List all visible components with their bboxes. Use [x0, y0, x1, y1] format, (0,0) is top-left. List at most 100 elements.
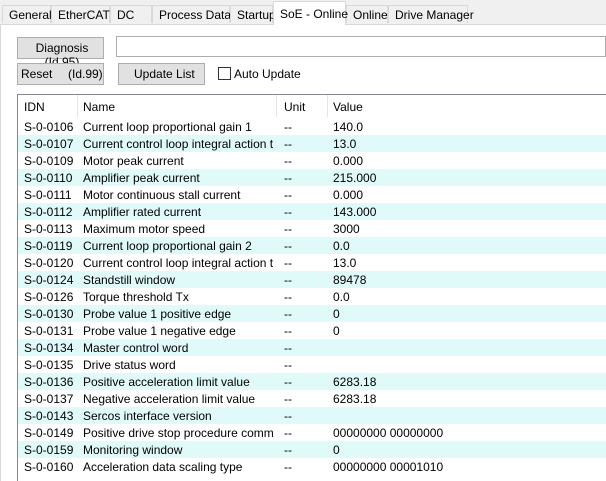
cell-name: Amplifier rated current [83, 205, 202, 219]
cell-value: 215.000 [333, 171, 377, 185]
reset-button-id: (Id.99) [68, 67, 103, 81]
cell-unit: -- [284, 273, 292, 287]
cell-name: Monitoring window [83, 443, 183, 457]
cell-idn: S-0-0159 [24, 443, 74, 457]
tab-label: EtherCAT [58, 8, 110, 22]
cell-value: 00000000 00001010 [333, 460, 444, 474]
cell-idn: S-0-0143 [24, 409, 74, 423]
table-row[interactable]: S-0-0109 Motor peak current -- 0.000 [18, 152, 606, 169]
tab-soe-online[interactable]: SoE - Online [273, 1, 348, 25]
tab-general[interactable]: General [2, 5, 52, 23]
cell-name: Torque threshold Tx [83, 290, 189, 304]
cell-idn: S-0-0113 [24, 222, 73, 236]
table-row[interactable]: S-0-0134 Master control word -- [18, 339, 606, 356]
table-row[interactable]: S-0-0137 Negative acceleration limit valu… [18, 390, 606, 407]
diagnosis-button[interactable]: Diagnosis (Id.95) [17, 37, 104, 69]
column-header-idn[interactable]: IDN [24, 100, 45, 114]
cell-value: 6283.18 [333, 375, 377, 389]
tab-ethercat[interactable]: EtherCAT [51, 5, 110, 23]
cell-unit: -- [284, 443, 292, 457]
cell-unit: -- [284, 375, 292, 389]
table-row[interactable]: S-0-0107 Current control loop integral ac… [18, 135, 606, 152]
soe-parameter-list[interactable]: IDN Name Unit Value S-0-0106 Current loop… [17, 94, 606, 481]
cell-name: Maximum motor speed [83, 222, 206, 236]
cell-value: 0.0 [333, 239, 350, 253]
cell-name: Sercos interface version [83, 409, 212, 423]
cell-unit: -- [284, 409, 292, 423]
tab-process-data[interactable]: Process Data [152, 5, 232, 23]
cell-unit: -- [284, 171, 292, 185]
cell-unit: -- [284, 341, 292, 355]
cell-unit: -- [284, 239, 292, 253]
table-row[interactable]: S-0-0113 Maximum motor speed -- 3000 [18, 220, 606, 237]
cell-unit: -- [284, 205, 292, 219]
cell-idn: S-0-0112 [24, 205, 73, 219]
cell-unit: -- [284, 358, 292, 372]
cell-value: 3000 [333, 222, 360, 236]
cell-idn: S-0-0107 [24, 137, 74, 151]
cell-name: Standstill window [83, 273, 176, 287]
tab-online[interactable]: Online [346, 5, 388, 23]
cell-value: 0.000 [333, 188, 364, 202]
tab-label: General [9, 8, 52, 22]
column-header-name[interactable]: Name [83, 100, 115, 114]
table-row[interactable]: S-0-0149 Positive drive stop procedure co… [18, 424, 606, 441]
column-separator[interactable] [276, 95, 277, 117]
column-separator[interactable] [327, 95, 328, 117]
tab-drive-manager[interactable]: Drive Manager [388, 5, 474, 23]
cell-unit: -- [284, 222, 292, 236]
table-row[interactable]: S-0-0110 Amplifier peak current -- 215.000 [18, 169, 606, 186]
cell-name: Drive status word [83, 358, 176, 372]
cell-name: Probe value 1 negative edge [83, 324, 236, 338]
tab-label: Online [353, 8, 388, 22]
table-row[interactable]: S-0-0111 Motor continuous stall current --… [18, 186, 606, 203]
cell-name: Master control word [83, 341, 189, 355]
tab-label: DC [117, 8, 135, 22]
table-row[interactable]: S-0-0126 Torque threshold Tx -- 0.0 [18, 288, 606, 305]
tab-startup[interactable]: Startup [230, 5, 276, 23]
cell-name: Acceleration data scaling type [83, 460, 243, 474]
table-row[interactable]: S-0-0160 Acceleration data scaling type --… [18, 458, 606, 475]
cell-unit: -- [284, 324, 292, 338]
cell-value: 0 [333, 443, 340, 457]
cell-idn: S-0-0124 [24, 273, 74, 287]
cell-unit: -- [284, 426, 292, 440]
table-row[interactable]: S-0-0143 Sercos interface version -- [18, 407, 606, 424]
table-row[interactable]: S-0-0159 Monitoring window -- 0 [18, 441, 606, 458]
table-row[interactable]: S-0-0130 Probe value 1 positive edge -- 0 [18, 305, 606, 322]
table-row[interactable]: S-0-0131 Probe value 1 negative edge -- 0 [18, 322, 606, 339]
cell-idn: S-0-0135 [24, 358, 74, 372]
cell-idn: S-0-0134 [24, 341, 74, 355]
reset-button[interactable]: Reset (Id.99) [17, 63, 104, 85]
diagnosis-field[interactable] [116, 36, 606, 57]
cell-idn: S-0-0149 [24, 426, 74, 440]
cell-name: Current control loop integral action tim… [83, 137, 273, 151]
cell-idn: S-0-0131 [24, 324, 74, 338]
cell-idn: S-0-0160 [24, 460, 74, 474]
tab-label: Startup [237, 8, 276, 22]
column-separator[interactable] [77, 95, 78, 117]
cell-value: 140.0 [333, 120, 364, 134]
cell-name: Positive acceleration limit value [83, 375, 250, 389]
update-list-button[interactable]: Update List [118, 63, 205, 85]
table-row[interactable]: S-0-0120 Current control loop integral ac… [18, 254, 606, 271]
auto-update-checkbox[interactable] [218, 67, 231, 80]
table-row[interactable]: S-0-0119 Current loop proportional gain 2… [18, 237, 606, 254]
table-row[interactable]: S-0-0136 Positive acceleration limit valu… [18, 373, 606, 390]
table-row[interactable]: S-0-0124 Standstill window -- 89478 [18, 271, 606, 288]
tab-bar: General EtherCAT DC Process Data Startup… [0, 0, 606, 26]
cell-value: 89478 [333, 273, 367, 287]
tab-dc[interactable]: DC [110, 5, 152, 23]
auto-update-label: Auto Update [234, 67, 301, 81]
list-header: IDN Name Unit Value [18, 95, 606, 117]
cell-unit: -- [284, 307, 292, 321]
column-header-unit[interactable]: Unit [284, 100, 305, 114]
column-header-value[interactable]: Value [333, 100, 363, 114]
table-row[interactable]: S-0-0135 Drive status word -- [18, 356, 606, 373]
table-row[interactable]: S-0-0106 Current loop proportional gain 1… [18, 118, 606, 135]
tab-label: Process Data [159, 8, 232, 22]
cell-name: Current loop proportional gain 2 [83, 239, 252, 253]
cell-idn: S-0-0130 [24, 307, 74, 321]
cell-idn: S-0-0120 [24, 256, 74, 270]
table-row[interactable]: S-0-0112 Amplifier rated current -- 143.000 [18, 203, 606, 220]
